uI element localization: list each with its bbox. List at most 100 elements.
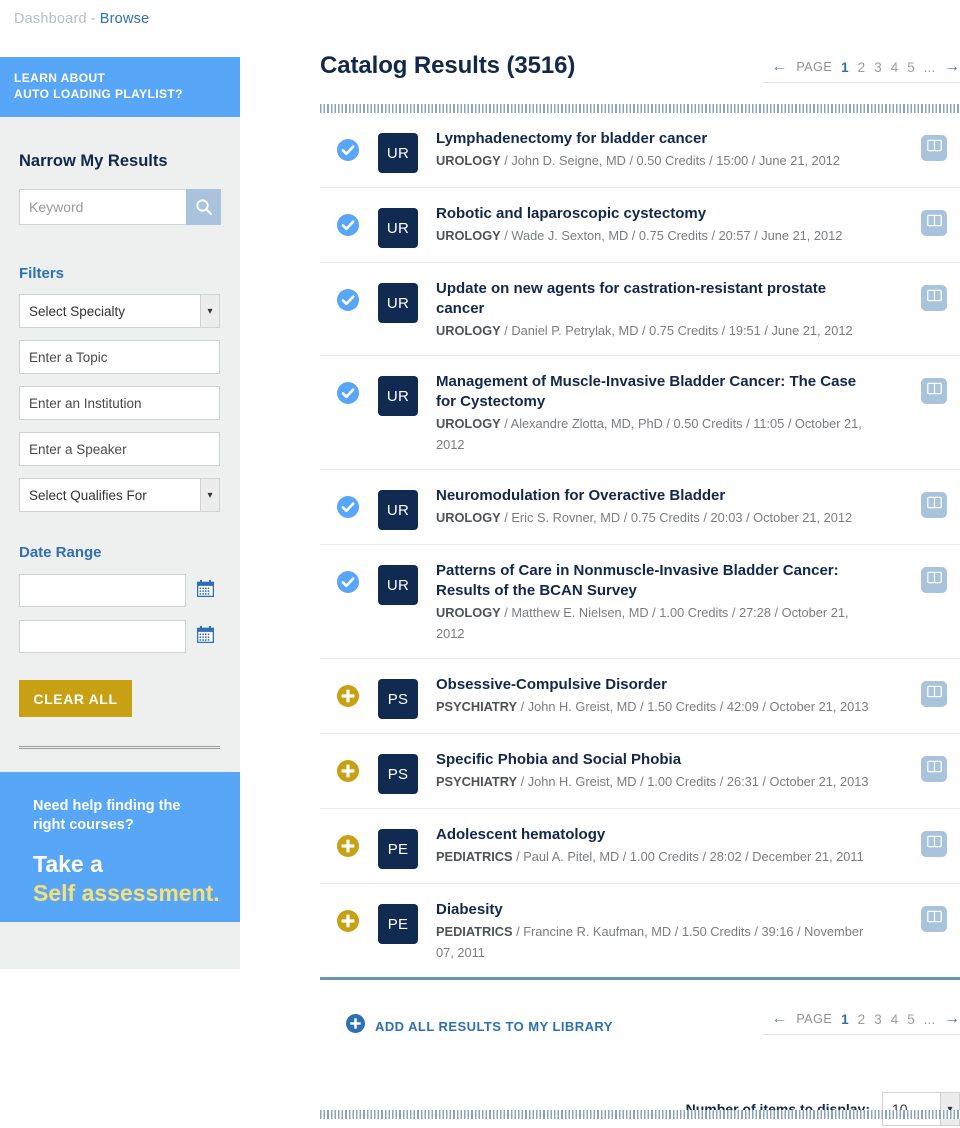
- result-details: / John D. Seigne, MD / 0.50 Credits / 15…: [500, 153, 841, 168]
- open-course-button[interactable]: [921, 492, 947, 518]
- book-icon: [926, 496, 942, 514]
- result-details: / Eric S. Rovner, MD / 0.75 Credits / 20…: [500, 510, 853, 525]
- page-5-bottom[interactable]: 5: [907, 1012, 915, 1027]
- next-page-arrow-top[interactable]: →: [944, 59, 960, 75]
- breadcrumb-dashboard[interactable]: Dashboard: [14, 11, 87, 27]
- page-2-top[interactable]: 2: [858, 60, 866, 75]
- table-row: UR Update on new agents for castration-re…: [320, 263, 960, 356]
- open-course-button[interactable]: [921, 378, 947, 404]
- book-icon: [926, 685, 942, 703]
- page-ellipsis-top: ...: [923, 59, 935, 75]
- page-3-top[interactable]: 3: [874, 60, 882, 75]
- specialty-badge-label: UR: [386, 501, 410, 519]
- open-course-button[interactable]: [921, 567, 947, 593]
- topic-input[interactable]: [19, 340, 220, 374]
- prev-page-arrow-bottom[interactable]: ←: [771, 1011, 787, 1027]
- open-course-button[interactable]: [921, 756, 947, 782]
- result-meta: PSYCHIATRY / John H. Greist, MD / 1.50 C…: [436, 696, 878, 717]
- specialty-badge: UR: [378, 133, 418, 173]
- result-title[interactable]: Lymphadenectomy for bladder cancer: [436, 130, 707, 147]
- promo-self-assessment[interactable]: Need help finding the right courses? Tak…: [0, 772, 240, 922]
- breadcrumb-browse[interactable]: Browse: [100, 11, 150, 27]
- specialty-badge-label: PE: [387, 840, 409, 858]
- check-circle-icon[interactable]: [337, 496, 359, 518]
- open-course-button[interactable]: [921, 681, 947, 707]
- search-button[interactable]: [186, 189, 221, 225]
- result-title[interactable]: Obsessive-Compulsive Disorder: [436, 676, 667, 693]
- open-course-button[interactable]: [921, 831, 947, 857]
- next-page-arrow-bottom[interactable]: →: [944, 1011, 960, 1027]
- result-title[interactable]: Management of Muscle-Invasive Bladder Ca…: [436, 373, 856, 410]
- result-text: Specific Phobia and Social Phobia PSYCHIA…: [418, 748, 878, 792]
- book-icon: [926, 289, 942, 307]
- result-details: / Daniel P. Petrylak, MD / 0.75 Credits …: [500, 323, 853, 338]
- table-row: PS Specific Phobia and Social Phobia PSYCH…: [320, 734, 960, 809]
- result-title[interactable]: Patterns of Care in Nonmuscle-Invasive B…: [436, 562, 839, 599]
- page-ellipsis-bottom: ...: [923, 1011, 935, 1027]
- calendar-icon-to[interactable]: [196, 625, 215, 648]
- specialty-badge: UR: [378, 565, 418, 605]
- page-3-bottom[interactable]: 3: [874, 1012, 882, 1027]
- promo-self-assessment-text: Self assessment.: [33, 880, 220, 906]
- main-content: Catalog Results (3516) ← PAGE 1 2 3 4 5 …: [320, 0, 960, 1126]
- check-circle-icon[interactable]: [337, 571, 359, 593]
- result-specialty: UROLOGY: [436, 228, 501, 243]
- add-all-results-button[interactable]: ADD ALL RESULTS TO MY LIBRARY: [346, 1014, 613, 1038]
- promo-take-a: Take a: [33, 851, 103, 877]
- check-circle-icon[interactable]: [337, 214, 359, 236]
- specialty-badge-label: UR: [386, 387, 410, 405]
- page-4-top[interactable]: 4: [891, 60, 899, 75]
- result-title[interactable]: Specific Phobia and Social Phobia: [436, 751, 681, 768]
- specialty-badge: PS: [378, 679, 418, 719]
- prev-page-arrow-top[interactable]: ←: [771, 59, 787, 75]
- open-course-button[interactable]: [921, 285, 947, 311]
- items-per-page-select[interactable]: 10: [882, 1092, 960, 1126]
- open-course-button[interactable]: [921, 135, 947, 161]
- result-meta: UROLOGY / Alexandre Zlotta, MD, PhD / 0.…: [436, 413, 878, 455]
- specialty-badge: UR: [378, 490, 418, 530]
- page-2-bottom[interactable]: 2: [858, 1012, 866, 1027]
- plus-circle-icon[interactable]: [337, 685, 359, 707]
- result-title[interactable]: Adolescent hematology: [436, 826, 605, 843]
- clear-all-button[interactable]: CLEAR ALL: [19, 680, 132, 717]
- specialty-badge: UR: [378, 283, 418, 323]
- result-specialty: PSYCHIATRY: [436, 699, 518, 714]
- check-circle-icon[interactable]: [337, 139, 359, 161]
- result-meta: UROLOGY / Matthew E. Nielsen, MD / 1.00 …: [436, 602, 878, 644]
- speaker-field-wrap: [0, 420, 240, 466]
- select-qualifies-for[interactable]: Select Qualifies For: [19, 478, 220, 512]
- search-icon: [195, 198, 213, 216]
- result-specialty: UROLOGY: [436, 605, 501, 620]
- result-meta: UROLOGY / Eric S. Rovner, MD / 0.75 Cred…: [436, 507, 878, 528]
- speaker-input[interactable]: [19, 432, 220, 466]
- plus-circle-icon[interactable]: [337, 760, 359, 782]
- result-specialty: UROLOGY: [436, 510, 501, 525]
- open-course-button[interactable]: [921, 906, 947, 932]
- page-1-top[interactable]: 1: [841, 60, 849, 75]
- plus-circle-icon[interactable]: [337, 835, 359, 857]
- page-5-top[interactable]: 5: [907, 60, 915, 75]
- specialty-badge: PE: [378, 829, 418, 869]
- page-1-bottom[interactable]: 1: [841, 1012, 849, 1027]
- date-from-input[interactable]: [19, 574, 186, 607]
- result-title[interactable]: Neuromodulation for Overactive Bladder: [436, 487, 725, 504]
- table-row: UR Patterns of Care in Nonmuscle-Invasive…: [320, 545, 960, 659]
- plus-circle-icon[interactable]: [337, 910, 359, 932]
- calendar-icon-from[interactable]: [196, 579, 215, 602]
- search-input[interactable]: [19, 189, 186, 225]
- result-title[interactable]: Update on new agents for castration-resi…: [436, 280, 826, 317]
- result-meta: UROLOGY / Wade J. Sexton, MD / 0.75 Cred…: [436, 225, 878, 246]
- date-to-input[interactable]: [19, 620, 186, 653]
- result-title[interactable]: Diabesity: [436, 901, 503, 918]
- promo-top-line2: AUTO LOADING PLAYLIST?: [14, 87, 183, 101]
- check-circle-icon[interactable]: [337, 289, 359, 311]
- select-specialty[interactable]: Select Specialty: [19, 294, 220, 328]
- institution-input[interactable]: [19, 386, 220, 420]
- page-4-bottom[interactable]: 4: [891, 1012, 899, 1027]
- check-circle-icon[interactable]: [337, 382, 359, 404]
- result-title[interactable]: Robotic and laparoscopic cystectomy: [436, 205, 706, 222]
- promo-bottom-line1: Need help finding the: [33, 798, 181, 814]
- promo-auto-loading-playlist[interactable]: LEARN ABOUT AUTO LOADING PLAYLIST?: [0, 57, 240, 117]
- open-course-button[interactable]: [921, 210, 947, 236]
- result-meta: PSYCHIATRY / John H. Greist, MD / 1.00 C…: [436, 771, 878, 792]
